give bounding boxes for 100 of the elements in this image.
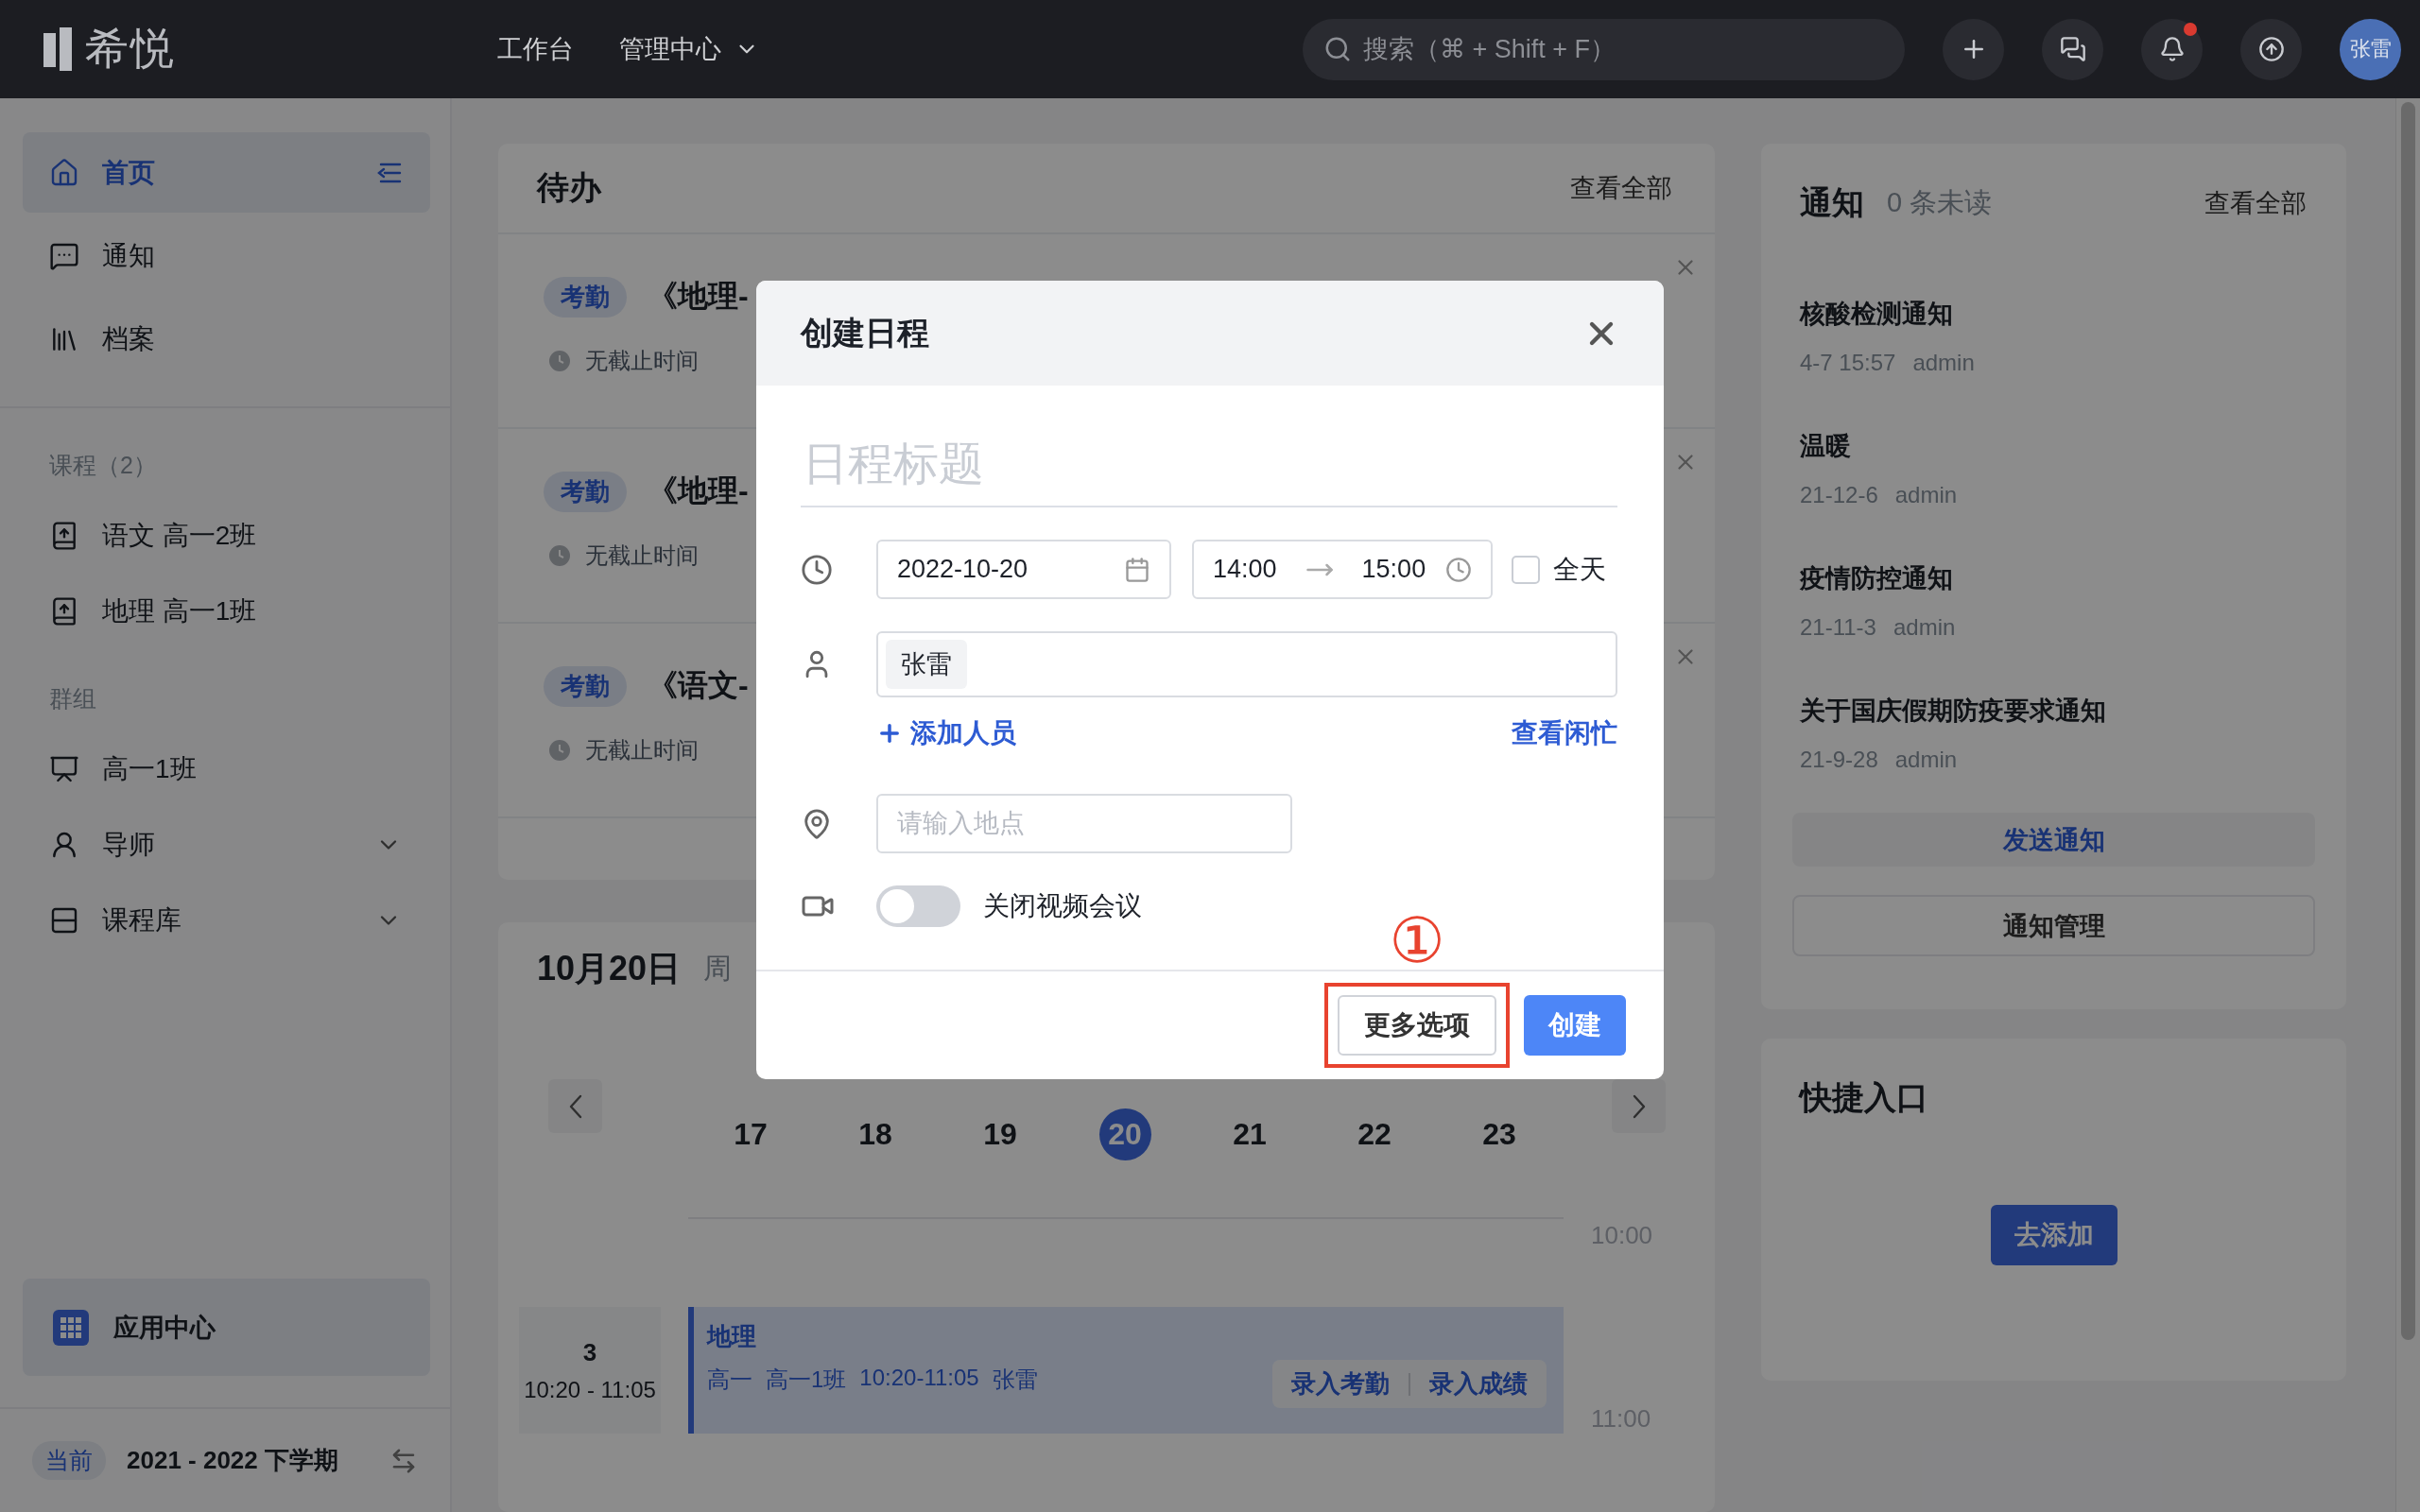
day-button[interactable]: 21	[1223, 1108, 1276, 1160]
chat-icon	[2059, 36, 2086, 62]
next-button[interactable]	[1612, 1079, 1666, 1133]
card-title: 通知	[1800, 183, 1864, 222]
card-title: 待办	[537, 168, 601, 207]
sidebar-item[interactable]: 档案	[23, 299, 430, 379]
tag: 考勤	[544, 665, 627, 707]
sidebar-item[interactable]: 语文 高一2班	[23, 498, 430, 574]
house-icon	[49, 157, 79, 188]
current-badge: 当前	[32, 1441, 106, 1480]
location-field[interactable]: 请输入地点	[876, 794, 1292, 853]
grid-icon	[53, 1309, 89, 1346]
add-member-link[interactable]: 添加人员	[876, 715, 1016, 751]
previous-button[interactable]	[548, 1079, 602, 1133]
day-button[interactable]: 23	[1473, 1108, 1526, 1160]
tag: 考勤	[544, 276, 627, 318]
sidebar-item[interactable]: 地理 高一1班	[23, 574, 430, 649]
chevron-left-icon	[568, 1093, 582, 1119]
checkbox-label: 全天	[1553, 553, 1606, 586]
weekday-text: 周	[703, 952, 733, 986]
sidebar-item[interactable]: 通知	[23, 215, 430, 296]
notice-title[interactable]: 关于国庆假期防疫要求通知	[1800, 694, 2308, 728]
section-title: 群组	[48, 684, 97, 713]
toggle-switch[interactable]	[876, 885, 960, 927]
annotation-number: ①	[1389, 909, 1445, 971]
app-center-button[interactable]: 应用中心	[23, 1279, 430, 1376]
sidebar-item[interactable]: 高一1班	[23, 731, 430, 807]
checkbox[interactable]	[1512, 555, 1540, 584]
avatar[interactable]: 张雷	[2340, 18, 2401, 80]
term-label: 2021 - 2022 下学期	[127, 1445, 339, 1476]
toggle-label: 关闭视频会议	[983, 890, 1142, 922]
date-field[interactable]: 2022-10-20	[876, 540, 1171, 599]
notice-title[interactable]: 核酸检测通知	[1800, 297, 2308, 331]
chevron-right-icon	[1632, 1093, 1646, 1119]
lesson-block[interactable]: 地理 高一 高一1班 10:20-11:05 张雷 录入考勤 录入成绩	[688, 1307, 1564, 1434]
sidebar-item[interactable]: 导师	[23, 807, 430, 883]
bell-icon	[2158, 36, 2186, 62]
period-time: 10:20 - 11:05	[524, 1376, 656, 1403]
create-button[interactable]: 创建	[1524, 995, 1626, 1056]
todo-title: 《地理-	[648, 472, 749, 509]
clock-icon	[549, 545, 570, 566]
member-chip: 张雷	[886, 640, 967, 689]
clock-icon	[1445, 556, 1472, 583]
free-busy-link[interactable]: 查看闲忙	[1512, 715, 1617, 751]
notice-time: 21-9-28	[1800, 747, 1878, 773]
lesson-detail: 10:20-11:05	[859, 1365, 979, 1392]
tag: 考勤	[544, 471, 627, 512]
view-all-link[interactable]: 查看全部	[2204, 186, 2307, 220]
view-all-link[interactable]: 查看全部	[1570, 171, 1672, 205]
calendar-date: 10月20日	[537, 948, 682, 989]
deadline-text: 无截止时间	[585, 347, 699, 375]
board-icon	[49, 754, 79, 784]
sidebar-item[interactable]: 首页	[23, 132, 430, 213]
day-button[interactable]: 22	[1348, 1108, 1401, 1160]
todo-title: 《语文-	[648, 667, 749, 704]
day-button[interactable]: 20	[1098, 1108, 1151, 1160]
dialog-title: 创建日程	[801, 313, 929, 352]
notice-author: admin	[1912, 350, 1975, 376]
action-link[interactable]: 录入成绩	[1429, 1367, 1528, 1400]
todo-title: 《地理-	[648, 278, 749, 315]
notice-button[interactable]: 通知管理	[1792, 895, 2315, 956]
members-field[interactable]: 张雷	[876, 631, 1617, 697]
lesson-detail: 高一	[707, 1366, 752, 1394]
clock-icon	[549, 351, 570, 371]
period-number: 3	[582, 1337, 597, 1367]
more-options-button[interactable]: 更多选项	[1338, 995, 1496, 1056]
notice-time: 4-7 15:57	[1800, 350, 1896, 376]
notice-author: admin	[1894, 747, 1958, 773]
notice-author: admin	[1894, 482, 1958, 508]
deadline-text: 无截止时间	[585, 541, 699, 570]
nav-link[interactable]: 工作台	[497, 32, 574, 66]
search-field[interactable]: 搜索（⌘ + Shift + F）	[1303, 18, 1905, 80]
day-button[interactable]: 19	[974, 1108, 1027, 1160]
clock-icon	[801, 553, 833, 586]
collapse-icon[interactable]	[375, 161, 402, 184]
logo-text: 希悦	[85, 23, 176, 75]
lesson-detail: 张雷	[992, 1366, 1038, 1394]
sidebar-item[interactable]: 课程库	[23, 883, 430, 958]
notice-time: 21-12-6	[1800, 482, 1878, 508]
notice-author: admin	[1893, 614, 1956, 641]
scroll-thumb[interactable]	[2401, 102, 2415, 1340]
unread-count: 0 条未读	[1887, 186, 1994, 219]
notice-title[interactable]: 温暖	[1800, 429, 2308, 463]
clock-icon	[549, 740, 570, 761]
day-button[interactable]: 18	[849, 1108, 902, 1160]
nav-link[interactable]: 管理中心	[619, 32, 759, 66]
time-range-field[interactable]: 14:00 15:00	[1192, 540, 1493, 599]
notice-button[interactable]: 发送通知	[1792, 813, 2315, 867]
notice-title[interactable]: 疫情防控通知	[1800, 561, 2308, 595]
notice-time: 21-11-3	[1800, 614, 1876, 641]
deadline-text: 无截止时间	[585, 736, 699, 765]
day-button[interactable]: 17	[724, 1108, 777, 1160]
rows-icon	[49, 905, 79, 936]
card-title: 快捷入口	[1797, 1078, 1929, 1117]
calendar-icon	[1124, 556, 1150, 583]
action-link[interactable]: 录入考勤	[1291, 1367, 1390, 1400]
add-button[interactable]: 去添加	[1990, 1205, 2118, 1265]
section-title: 课程（2）	[48, 451, 158, 480]
lesson-subject: 地理	[707, 1321, 757, 1352]
lesson-detail: 高一1班	[766, 1366, 847, 1394]
